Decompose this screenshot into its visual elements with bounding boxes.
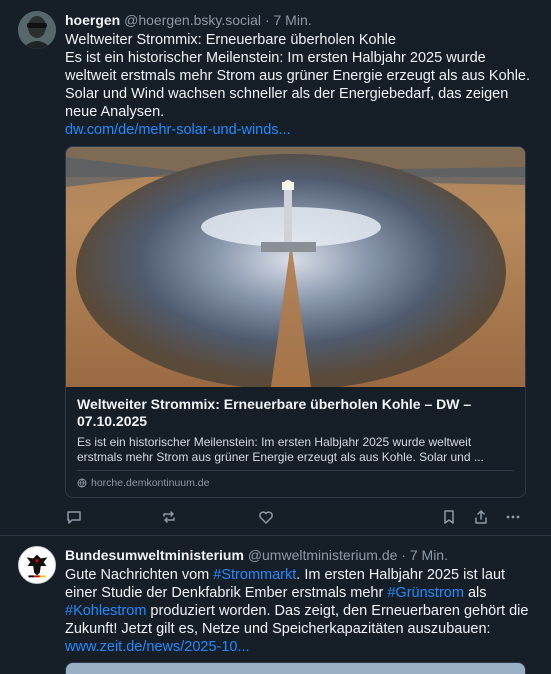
more-icon[interactable]: [504, 508, 522, 526]
post-meta: hoergen @hoergen.bsky.social · 7 Min.: [65, 11, 537, 29]
avatar[interactable]: [18, 546, 56, 584]
author-name[interactable]: Bundesumweltministerium: [65, 547, 244, 563]
card-domain: horche.demkontinuum.de: [91, 477, 210, 489]
globe-icon: [77, 478, 87, 488]
reply-icon[interactable]: [65, 508, 83, 526]
hashtag-kohlestrom[interactable]: #Kohlestrom: [65, 603, 146, 619]
post-text-part: als: [463, 585, 487, 601]
author-name[interactable]: hoergen: [65, 12, 120, 28]
post-link[interactable]: dw.com/de/mehr-solar-und-winds...: [65, 122, 291, 138]
hashtag-gruenstrom[interactable]: #Grünstrom: [387, 585, 464, 601]
hashtag-strommarkt[interactable]: #Strommarkt: [213, 567, 296, 583]
bookmark-icon[interactable]: [440, 508, 458, 526]
post-body: Es ist ein historischer Meilenstein: Im …: [65, 50, 531, 120]
eagle-logo: [19, 547, 55, 583]
like-icon[interactable]: [257, 508, 275, 526]
share-icon[interactable]: [472, 508, 490, 526]
author-handle[interactable]: @umweltministerium.de: [248, 547, 398, 563]
post-link[interactable]: www.zeit.de/news/2025-10...: [65, 639, 250, 655]
post-text-part: Gute Nachrichten vom: [65, 567, 214, 583]
post-text: Gute Nachrichten vom #Strommarkt. Im ers…: [65, 566, 537, 656]
card-thumbnail: [66, 147, 525, 387]
card-description: Es ist ein historischer Meilenstein: Im …: [77, 435, 484, 464]
post-time[interactable]: 7 Min.: [274, 12, 312, 28]
card-domain-row: horche.demkontinuum.de: [77, 477, 514, 489]
post-text: Weltweiter Strommix: Erneuerbare überhol…: [65, 31, 537, 139]
card-title: Weltweiter Strommix: Erneuerbare überhol…: [77, 396, 472, 429]
post-meta: Bundesumweltministerium @umweltministeri…: [65, 546, 537, 564]
post-hoergen[interactable]: hoergen @hoergen.bsky.social · 7 Min. We…: [0, 0, 551, 536]
post-bundesumweltministerium[interactable]: Bundesumweltministerium @umweltministeri…: [0, 536, 551, 674]
meta-separator: ·: [264, 12, 270, 28]
avatar-photo: [18, 11, 56, 49]
post-time[interactable]: 7 Min.: [410, 547, 448, 563]
post-actions: [65, 508, 537, 526]
author-handle[interactable]: @hoergen.bsky.social: [124, 12, 261, 28]
meta-separator: ·: [401, 547, 406, 563]
avatar[interactable]: [18, 11, 56, 49]
feed: hoergen @hoergen.bsky.social · 7 Min. We…: [0, 0, 551, 674]
card-divider: [77, 470, 514, 471]
repost-icon[interactable]: [160, 508, 178, 526]
link-card[interactable]: Weltweiter Strommix: Erneuerbare überhol…: [65, 146, 526, 498]
post-headline: Weltweiter Strommix: Erneuerbare überhol…: [65, 32, 396, 48]
link-card[interactable]: [65, 662, 526, 674]
